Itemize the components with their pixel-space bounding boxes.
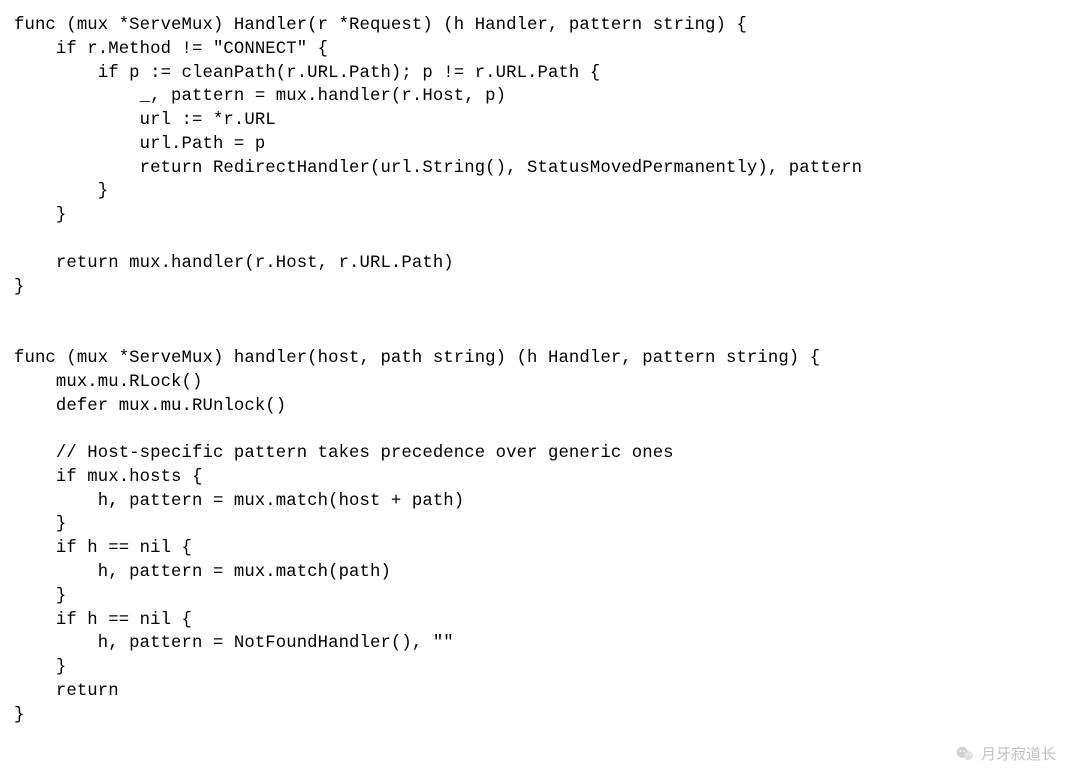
watermark-text: 月牙寂道长 — [981, 743, 1056, 764]
code-block: func (mux *ServeMux) Handler(r *Request)… — [0, 0, 1080, 741]
watermark: 月牙寂道长 — [955, 743, 1056, 764]
wechat-icon — [955, 744, 975, 764]
